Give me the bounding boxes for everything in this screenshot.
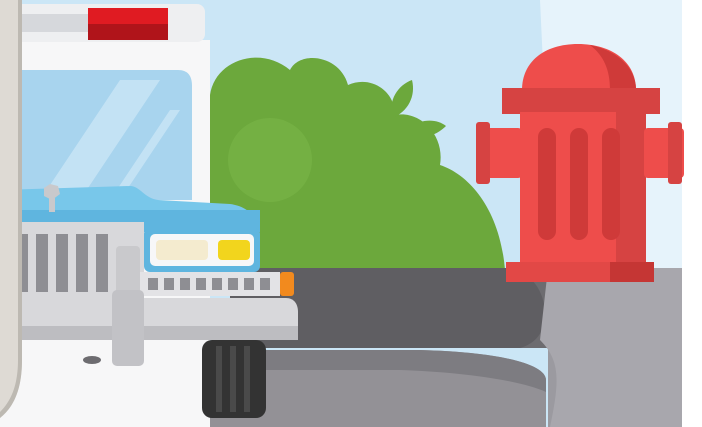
hydrant-right-nozzle-cap [668,122,682,184]
illustration-scene [0,0,702,427]
grille-bar-5 [96,234,108,292]
hydrant-base-shade [610,262,654,282]
lower-grille-slot-4 [196,278,206,290]
lower-grille-slot-8 [260,278,270,290]
ornament-stem [49,198,55,212]
grille-bar-2 [36,234,48,292]
grille-bar-4 [76,234,88,292]
lower-grille [140,272,280,296]
hydrant-left-nozzle-cap [476,122,490,184]
hydrant-groove-2 [570,128,588,240]
lower-grille-slot-6 [228,278,238,290]
foglight [218,240,250,260]
lower-grille-slot-3 [180,278,190,290]
lower-grille-slot-7 [244,278,254,290]
hydrant-body-shade [616,112,646,264]
right-white-frame [682,0,702,427]
turn-signal [280,272,294,296]
lower-grille-slot-1 [148,278,158,290]
sidewalk-curb-top [540,268,682,427]
hydrant-groove-1 [538,128,556,240]
siren-light-bar-icon [0,4,205,42]
bumper-bolt [83,356,101,364]
hydrant-groove-3 [602,128,620,240]
bush-highlight [228,118,312,202]
grille-bar-3 [56,234,68,292]
lower-grille-slot-5 [212,278,222,290]
bumper-shadow [0,326,298,340]
tire-tread-3 [244,346,250,412]
tire-tread-2 [230,346,236,412]
lower-grille-slot-2 [164,278,174,290]
bumper-guard [112,290,144,366]
light-bar-grille [12,14,88,32]
light-bar-red-shade [88,24,168,40]
tire-tread-1 [216,346,222,412]
headlight [156,240,208,260]
hydrant-cap-band [502,88,660,114]
